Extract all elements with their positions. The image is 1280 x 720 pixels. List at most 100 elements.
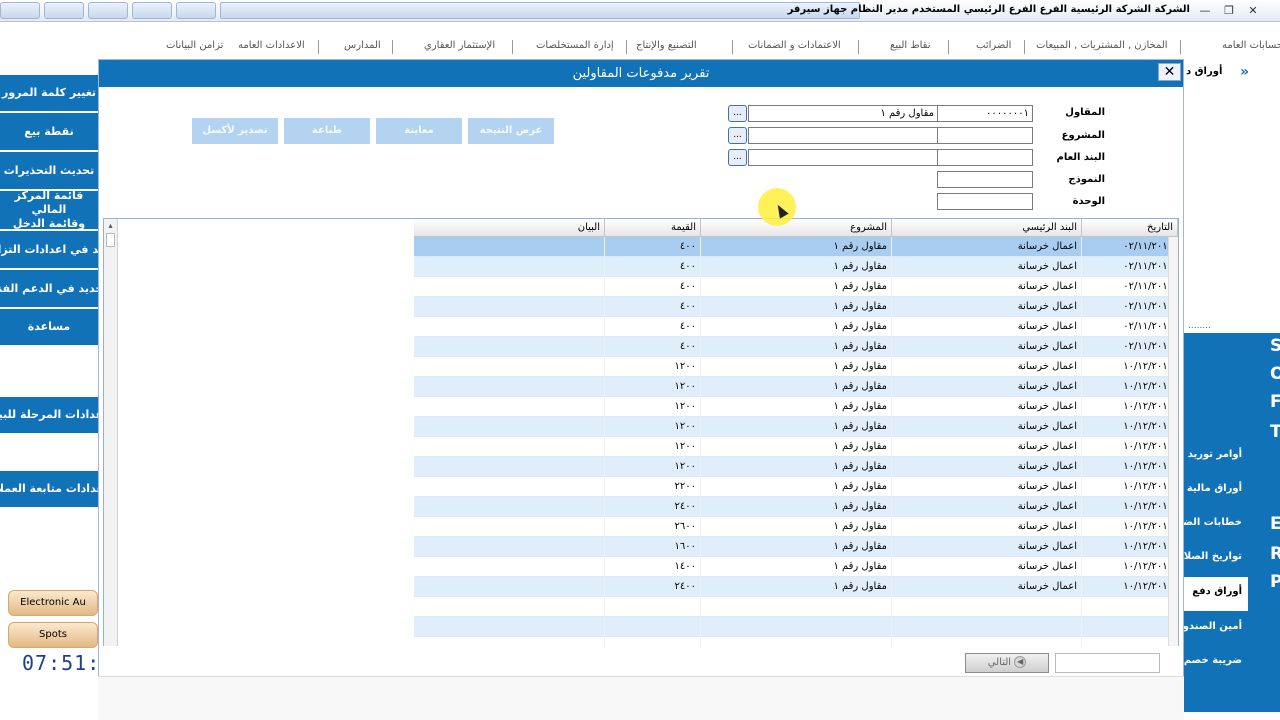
column-header-project[interactable]: المشروع — [701, 219, 892, 237]
window-tab[interactable] — [44, 2, 84, 19]
minimize-button[interactable]: — — [1196, 3, 1214, 18]
cell-main-item: اعمال خرسانة — [892, 277, 1082, 297]
show-result-button[interactable]: عرض النتيجة — [468, 118, 554, 144]
side-item-treasurer[interactable]: أمين الصندو — [1183, 621, 1242, 632]
table-row[interactable]: ٤٠٠ مقاول رقم ١ اعمال خرسانة ٠٢/١١/٢٠١٩ — [414, 337, 1178, 357]
project-code-field[interactable] — [937, 127, 1033, 144]
dialog-close-button[interactable]: ✕ — [1158, 63, 1181, 81]
column-header-main-item[interactable]: البند الرئيسي — [892, 219, 1082, 237]
nav-support-new[interactable]: الجديد في الدعم الفني — [0, 270, 98, 309]
column-header-value[interactable]: القيمة — [605, 219, 701, 237]
menu-item-schools[interactable]: المدارس — [344, 40, 381, 51]
table-row[interactable] — [414, 597, 1178, 617]
cell-project: مقاول رقم ١ — [701, 537, 892, 557]
unit-field[interactable] — [937, 193, 1033, 210]
cell-date: ١٠/١٢/٢٠١٩ — [1082, 497, 1178, 517]
cell-statement — [414, 277, 605, 297]
table-row[interactable]: ١٢٠٠ مقاول رقم ١ اعمال خرسانة ١٠/١٢/٢٠١٩ — [414, 437, 1178, 457]
table-row[interactable]: ١٢٠٠ مقاول رقم ١ اعمال خرسانة ١٠/١٢/٢٠١٩ — [414, 417, 1178, 437]
item-name-field[interactable] — [748, 149, 938, 166]
menu-item-inventory[interactable]: المخازن , المشتريات , المبيعات — [1036, 40, 1168, 51]
nav-sync-new[interactable]: جديد في اعدادات التزامن — [0, 231, 98, 270]
menu-item-general-accounts[interactable]: الحسابات العامه — [1222, 40, 1280, 51]
contractor-lookup-button[interactable]: ... — [728, 105, 747, 122]
project-name-field[interactable] — [748, 127, 938, 144]
right-panel: » أوراق د ........ أوامر توريد أوراق مال… — [1163, 58, 1280, 712]
table-row[interactable]: ١٢٠٠ مقاول رقم ١ اعمال خرسانة ١٠/١٢/٢٠١٩ — [414, 377, 1178, 397]
electronic-button[interactable]: Electronic Au — [8, 590, 98, 616]
table-row[interactable]: ١٢٠٠ مقاول رقم ١ اعمال خرسانة ١٠/١٢/٢٠١٩ — [414, 457, 1178, 477]
menu-item-taxes[interactable]: الضرائب — [976, 40, 1011, 51]
side-item-supply-orders[interactable]: أوامر توريد — [1188, 449, 1242, 460]
cell-statement — [414, 417, 605, 437]
table-row[interactable]: ٤٠٠ مقاول رقم ١ اعمال خرسانة ٠٢/١١/٢٠١٩ — [414, 277, 1178, 297]
footer-input[interactable] — [1055, 653, 1160, 673]
cell-main-item: اعمال خرسانة — [892, 577, 1082, 597]
side-item-validity-dates[interactable]: تواريخ الصلا — [1184, 551, 1242, 562]
window-tab[interactable] — [88, 2, 128, 19]
nav-sale-stage-settings[interactable]: إعدادات المرحلة للبيع — [0, 397, 98, 435]
model-field[interactable] — [937, 171, 1033, 188]
cell-value: ١٦٠٠ — [605, 537, 701, 557]
table-row[interactable]: ٢٦٠٠ مقاول رقم ١ اعمال خرسانة ١٠/١٢/٢٠١٩ — [414, 517, 1178, 537]
column-header-date[interactable]: التاريخ — [1082, 219, 1178, 237]
export-excel-button[interactable]: تصدير لأكسل — [192, 118, 278, 144]
window-tab[interactable] — [176, 2, 216, 19]
nav-customer-followup[interactable]: إعدادات متابعة العملاء — [0, 471, 98, 509]
contractor-code-field[interactable]: ٠٠٠٠٠٠٠١ — [937, 105, 1033, 122]
nav-change-password[interactable]: تغيير كلمة المرور — [0, 75, 98, 113]
table-row[interactable]: ١٢٠٠ مقاول رقم ١ اعمال خرسانة ١٠/١٢/٢٠١٩ — [414, 397, 1178, 417]
side-item-payment-papers[interactable]: أوراق دفع — [1192, 586, 1242, 597]
nav-update-warnings[interactable]: تحديث التحذيرات — [0, 152, 98, 191]
preview-button[interactable]: معاينة — [376, 118, 462, 144]
table-row[interactable]: ٤٠٠ مقاول رقم ١ اعمال خرسانة ٠٢/١١/٢٠١٩ — [414, 297, 1178, 317]
menu-item-real-estate[interactable]: الإستثمار العقاري — [424, 40, 495, 51]
side-item-guarantees[interactable]: خطابات الضم — [1175, 517, 1242, 528]
table-row[interactable]: ١٢٠٠ مقاول رقم ١ اعمال خرسانة ١٠/١٢/٢٠١٩ — [414, 357, 1178, 377]
menu-item-settings[interactable]: الاعدادات العامه — [238, 40, 305, 51]
table-row[interactable]: ٤٠٠ مقاول رقم ١ اعمال خرسانة ٠٢/١١/٢٠١٩ — [414, 257, 1178, 277]
column-header-statement[interactable]: البيان — [414, 219, 605, 237]
cell-statement — [414, 537, 605, 557]
scrollbar-thumb[interactable] — [106, 233, 115, 247]
cell-main-item: اعمال خرسانة — [892, 537, 1082, 557]
spots-button[interactable]: Spots — [8, 622, 98, 648]
table-row[interactable]: ٤٠٠ مقاول رقم ١ اعمال خرسانة ٠٢/١١/٢٠١٩ — [414, 237, 1178, 257]
side-item-withholding-tax[interactable]: ضريبة خصم ا — [1177, 655, 1242, 666]
window-tab[interactable] — [0, 2, 40, 19]
table-row[interactable]: ١٤٠٠ مقاول رقم ١ اعمال خرسانة ١٠/١٢/٢٠١٩ — [414, 557, 1178, 577]
project-lookup-button[interactable]: ... — [728, 127, 747, 144]
right-panel-dots: ........ — [1188, 321, 1211, 331]
nav-pos[interactable]: نقطة بيع — [0, 113, 98, 152]
item-lookup-button[interactable]: ... — [728, 149, 747, 166]
left-navigation: تغيير كلمة المرور نقطة بيع تحديث التحذير… — [0, 75, 98, 515]
scroll-up-icon[interactable]: ▴ — [106, 221, 115, 231]
table-row[interactable]: ٤٠٠ مقاول رقم ١ اعمال خرسانة ٠٢/١١/٢٠١٩ — [414, 317, 1178, 337]
cell-main-item: اعمال خرسانة — [892, 437, 1082, 457]
table-row[interactable]: ١٦٠٠ مقاول رقم ١ اعمال خرسانة ١٠/١٢/٢٠١٩ — [414, 537, 1178, 557]
close-window-button[interactable]: ✕ — [1244, 3, 1262, 18]
grid-scrollbar[interactable]: ▴ ▾ — [104, 219, 118, 675]
grid-side-scrollbar[interactable] — [1168, 237, 1178, 657]
cell-value: ١٢٠٠ — [605, 377, 701, 397]
menu-item-credits[interactable]: الاعتمادات و الضمانات — [748, 40, 841, 51]
next-button[interactable]: ◀ التالي — [965, 653, 1049, 673]
table-row[interactable] — [414, 617, 1178, 637]
menu-item-extracts[interactable]: إدارة المستخلصات — [536, 40, 614, 51]
table-row[interactable]: ٢٤٠٠ مقاول رقم ١ اعمال خرسانة ١٠/١٢/٢٠١٩ — [414, 577, 1178, 597]
nav-financial-statements[interactable]: قائمة المركز المالي وقائمة الدخل — [0, 191, 98, 231]
model-label: النموذج — [1068, 174, 1105, 185]
nav-help[interactable]: مساعدة — [0, 309, 98, 347]
menu-item-sync[interactable]: تزامن البيانات — [166, 40, 223, 51]
print-button[interactable]: طباعة — [284, 118, 370, 144]
menu-item-pos[interactable]: نقاط البيع — [890, 40, 931, 51]
chevron-right-icon[interactable]: » — [1240, 64, 1249, 80]
table-row[interactable]: ٢٢٠٠ مقاول رقم ١ اعمال خرسانة ١٠/١٢/٢٠١٩ — [414, 477, 1178, 497]
item-code-field[interactable] — [937, 149, 1033, 166]
table-row[interactable]: ٢٤٠٠ مقاول رقم ١ اعمال خرسانة ١٠/١٢/٢٠١٩ — [414, 497, 1178, 517]
menu-item-manufacturing[interactable]: التصنيع والإنتاج — [636, 40, 697, 51]
restore-button[interactable]: ❐ — [1220, 3, 1238, 18]
contractor-name-field[interactable]: مقاول رقم ١ — [748, 105, 938, 122]
cell-statement — [414, 357, 605, 377]
window-tab[interactable] — [132, 2, 172, 19]
